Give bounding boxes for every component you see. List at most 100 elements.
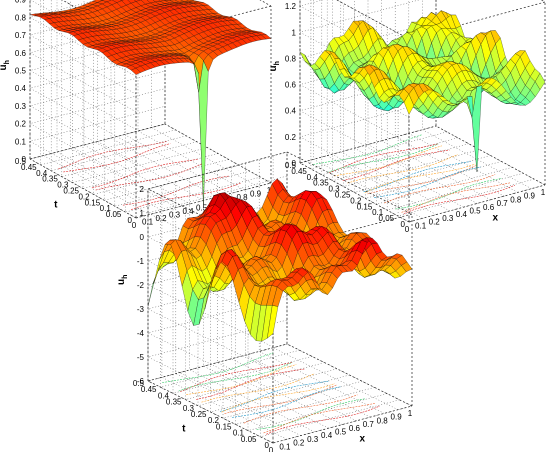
x-tick-label: 0.9: [391, 413, 403, 422]
z-tick-label: -2: [137, 281, 145, 290]
t-tick-label: 0.1: [100, 204, 112, 213]
z-tick-label: -4: [137, 329, 145, 338]
contour-line: [367, 164, 478, 195]
grid-line: [29, 88, 166, 183]
contour-line: [333, 145, 442, 177]
z-axis-label-subscript: h: [122, 275, 129, 279]
z-tick-label: 0: [140, 233, 145, 242]
x-tick-label: 0.4: [182, 207, 194, 216]
contour-line: [363, 161, 471, 193]
z-tick-label: 0.2: [15, 120, 27, 129]
t-tick-label: 0.3: [328, 185, 340, 194]
t-tick-label: 0.3: [57, 181, 69, 190]
z-tick-label: 0.3: [15, 102, 27, 111]
x-tick-label: 0.6: [349, 424, 361, 433]
grid-line: [29, 106, 166, 201]
z-tick-label: 1: [292, 28, 297, 37]
t-tick-label: 0.2: [208, 416, 220, 425]
x-tick-label: 0.1: [142, 218, 154, 227]
x-tick-label: 0.7: [497, 199, 509, 208]
x-tick-label: 0.3: [169, 211, 181, 220]
contour-line: [63, 143, 171, 173]
z-tick-label: 0.4: [285, 107, 297, 116]
z-tick-label: 0: [292, 159, 297, 168]
x-tick-label: 0.9: [524, 192, 536, 201]
x-tick-label: 0.3: [307, 435, 319, 444]
z-tick-label: 0.8: [285, 54, 297, 63]
z-axis-label: uh: [268, 61, 281, 71]
x-tick-label: 0.1: [279, 442, 291, 451]
x-tick-label: 0.8: [510, 195, 522, 204]
surface-patch: [299, 51, 311, 65]
x-tick-label: 0.6: [483, 203, 495, 212]
contour-line: [224, 384, 338, 414]
surface: [299, 10, 546, 172]
z-tick-label: 0.6: [285, 81, 297, 90]
x-tick-label: 1: [541, 188, 546, 197]
z-axis-label: uh: [0, 60, 11, 70]
surface-patch: [198, 60, 209, 205]
z-tick-label: 1: [140, 209, 145, 218]
contour-line: [180, 362, 293, 392]
axis-edge: [29, 123, 166, 160]
z-tick-label: -3: [137, 305, 145, 314]
x-tick-label: 0.9: [250, 190, 262, 199]
z-tick-label: 0.7: [15, 31, 27, 40]
figure: 00.10.20.30.40.50.60.70.80.9100.050.10.1…: [0, 0, 546, 452]
axis-edge: [540, 0, 546, 3]
x-axis-label: x: [359, 434, 365, 445]
contour-line: [313, 134, 422, 165]
x-tick-label: 0.4: [321, 431, 333, 440]
z-tick-label: 2: [140, 185, 145, 194]
t-tick-label: 0.3: [183, 404, 195, 413]
x-tick-label: 0.4: [456, 210, 468, 219]
panel-1: 00.10.20.30.40.50.60.70.80.9100.050.10.1…: [0, 0, 272, 230]
t-tick-label: 0.2: [78, 192, 90, 201]
t-tick-label: 0.2: [350, 196, 362, 205]
z-tick-label: 0.8: [15, 13, 27, 22]
x-tick-label: 0.5: [335, 428, 347, 437]
x-tick-label: 0.7: [363, 420, 375, 429]
z-tick-label: -5: [137, 353, 145, 362]
z-tick-label: -1: [137, 257, 145, 266]
z-tick-label: 0.6: [15, 49, 27, 58]
contour-line: [57, 141, 167, 170]
panel-3: 0 0.1 0.2 0.3 0.4 0.5 0.6 0.7 0.8 0.9 100.050.10.1…: [116, 151, 413, 452]
axis-labels: xtuh: [0, 60, 225, 220]
t-tick-label: 0.4: [158, 391, 170, 400]
t-tick-label: 0: [401, 220, 406, 229]
t-tick-label: 0: [265, 441, 270, 450]
z-tick-label: -6: [137, 377, 145, 386]
contour-line: [328, 143, 439, 174]
z-tick-label: 1.2: [285, 2, 297, 11]
t-axis-label: t: [54, 200, 58, 211]
t-tick-label: 0.4: [307, 173, 319, 182]
x-tick-label: 0.5: [469, 207, 481, 216]
t-tick-label: 0.1: [372, 208, 384, 217]
x-tick-label: 0.3: [442, 214, 454, 223]
surface-patch: [147, 268, 159, 307]
t-tick-label: 0.1: [233, 429, 245, 438]
t-tick-label: 0: [128, 216, 133, 225]
surface: [29, 0, 272, 205]
x-tick-label: 0.2: [429, 218, 441, 227]
x-tick-label: 0.2: [293, 439, 305, 448]
contour-line: [95, 162, 205, 191]
t-tick-label: 0.4: [36, 169, 48, 178]
z-tick-label: 0.9: [15, 0, 27, 5]
x-tick-label: 0: [269, 446, 274, 452]
z-tick-label: 0.5: [15, 67, 27, 76]
x-tick-label: 0.8: [377, 416, 389, 425]
z-tick-label: 0.1: [15, 137, 27, 146]
z-axis-label-subscript: h: [274, 61, 281, 65]
contour-line: [221, 383, 335, 413]
z-tick-label: 0: [22, 155, 27, 164]
z-axis-label: uh: [116, 275, 129, 285]
z-tick-label: 0.2: [285, 133, 297, 142]
x-tick-label: 0: [132, 221, 137, 230]
t-axis-label: t: [182, 424, 186, 435]
x-tick-label: 1: [408, 409, 413, 418]
z-tick-label: 0.4: [15, 84, 27, 93]
x-tick-label: 0: [405, 225, 410, 234]
z-axis-label-subscript: h: [4, 60, 11, 64]
